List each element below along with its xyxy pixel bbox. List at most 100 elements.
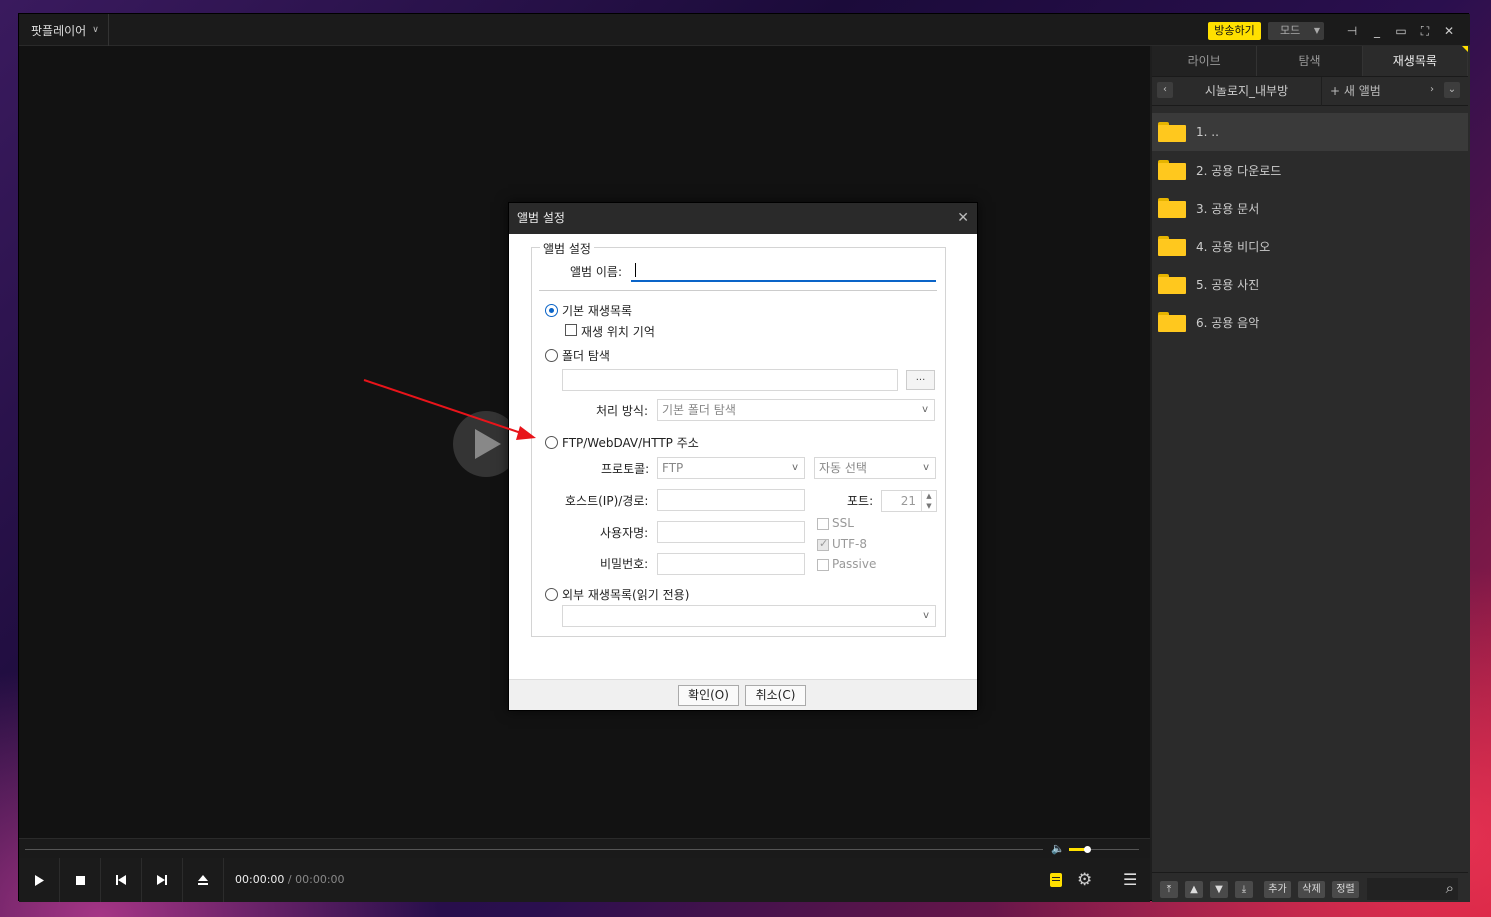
album-name-input[interactable]	[631, 260, 936, 282]
album-bar: ‹ 시놀로지_내부방 + 새 앨범 › ⌄	[1152, 77, 1468, 106]
divider	[539, 290, 937, 291]
external-playlist-select[interactable]: v	[562, 605, 936, 627]
mode-dropdown[interactable]: 모드 ▼	[1268, 22, 1324, 40]
list-item[interactable]: 1. ..	[1152, 113, 1468, 151]
stepper-arrows-icon[interactable]: ▲ ▼	[921, 491, 936, 511]
ssl-checkbox[interactable]	[817, 518, 829, 530]
default-playlist-label: 기본 재생목록	[562, 304, 633, 318]
control-bar: 00:00:00 / 00:00:00 ⚙ ☰	[19, 858, 1150, 902]
subtitle-icon[interactable]	[1050, 873, 1062, 887]
eject-button[interactable]	[183, 858, 224, 902]
encoding-select[interactable]: 자동 선택 v	[814, 457, 936, 479]
close-icon[interactable]: ✕	[1440, 22, 1458, 40]
volume-icon[interactable]: 🔈	[1051, 842, 1065, 855]
password-input[interactable]	[657, 553, 805, 575]
list-item[interactable]: 4. 공용 비디오	[1152, 227, 1468, 265]
username-label: 사용자명:	[600, 526, 649, 540]
pin-icon[interactable]: ⊣	[1343, 22, 1361, 40]
utf8-label: UTF-8	[832, 537, 867, 551]
move-down-icon[interactable]: ▼	[1210, 881, 1228, 898]
menu-icon[interactable]: ☰	[1123, 870, 1137, 889]
volume-knob[interactable]	[1083, 846, 1091, 853]
tab-playlist[interactable]: 재생목록	[1362, 46, 1468, 76]
ftp-radio[interactable]	[545, 436, 558, 449]
next-button[interactable]	[142, 858, 183, 902]
host-input[interactable]	[657, 489, 805, 511]
folder-icon	[1158, 312, 1186, 332]
external-playlist-label: 외부 재생목록(읽기 전용)	[562, 588, 690, 602]
list-item[interactable]: 2. 공용 다운로드	[1152, 151, 1468, 189]
panel-footer: ⤒ ▲ ▼ ⤓ 추가 삭제 정렬 ⌕	[1152, 872, 1468, 902]
app-menu-button[interactable]: 팟플레이어 ∨	[19, 14, 109, 46]
album-next-icon[interactable]: ›	[1424, 82, 1440, 98]
port-value: 21	[900, 494, 916, 508]
processing-select[interactable]: 기본 폴더 탐색 v	[657, 399, 935, 421]
close-icon[interactable]: ✕	[957, 203, 969, 234]
panel-tabs: 라이브 탐색 재생목록	[1152, 46, 1468, 77]
maximize-icon[interactable]: ▭	[1392, 22, 1410, 40]
utf8-checkbox[interactable]	[817, 537, 829, 551]
broadcast-button[interactable]: 방송하기	[1208, 22, 1261, 40]
chevron-down-icon: ∨	[92, 25, 99, 35]
list-item[interactable]: 3. 공용 문서	[1152, 189, 1468, 227]
search-input[interactable]: ⌕	[1367, 878, 1458, 900]
default-playlist-radio[interactable]	[545, 304, 558, 317]
stop-icon	[75, 875, 85, 885]
seek-bar-area: 🔈	[19, 838, 1150, 858]
seek-bar[interactable]	[25, 849, 1043, 850]
search-icon[interactable]: ⌕	[1446, 879, 1454, 897]
ok-button[interactable]: 확인(O)	[678, 685, 739, 706]
tab-browse[interactable]: 탐색	[1257, 46, 1363, 76]
password-label: 비밀번호:	[600, 557, 649, 571]
port-stepper[interactable]: 21 ▲ ▼	[881, 490, 937, 512]
list-item-label: 1. ..	[1196, 125, 1219, 139]
cancel-button[interactable]: 취소(C)	[745, 685, 806, 706]
list-item-label: 3. 공용 문서	[1196, 201, 1260, 216]
previous-button[interactable]	[101, 858, 142, 902]
remember-position-label: 재생 위치 기억	[581, 325, 655, 339]
chevron-down-icon: v	[923, 462, 929, 473]
move-bottom-icon[interactable]: ⤓	[1235, 881, 1253, 898]
sort-button[interactable]: 정렬	[1332, 881, 1359, 898]
tab-live[interactable]: 라이브	[1152, 46, 1258, 76]
list-item-label: 2. 공용 다운로드	[1196, 163, 1282, 178]
folder-browse-radio[interactable]	[545, 349, 558, 362]
protocol-value: FTP	[662, 461, 684, 475]
previous-icon	[116, 875, 126, 885]
delete-button[interactable]: 삭제	[1298, 881, 1325, 898]
list-item-label: 6. 공용 음악	[1196, 315, 1260, 330]
ftp-label: FTP/WebDAV/HTTP 주소	[562, 436, 699, 450]
album-prev-icon[interactable]: ‹	[1157, 82, 1173, 98]
passive-label: Passive	[832, 557, 877, 571]
add-button[interactable]: 추가	[1264, 881, 1291, 898]
album-list-dropdown-icon[interactable]: ⌄	[1444, 82, 1460, 98]
folder-icon	[1158, 274, 1186, 294]
album-tab[interactable]: 시놀로지_내부방	[1172, 77, 1322, 106]
list-item[interactable]: 6. 공용 음악	[1152, 303, 1468, 341]
play-icon	[35, 874, 44, 886]
remember-position-checkbox[interactable]	[565, 324, 577, 336]
gear-icon[interactable]: ⚙	[1077, 870, 1092, 890]
time-current: 00:00:00	[235, 873, 285, 886]
protocol-select[interactable]: FTP v	[657, 457, 805, 479]
group-legend: 앨범 설정	[540, 240, 594, 257]
volume-slider[interactable]	[1069, 846, 1139, 853]
play-button[interactable]	[19, 858, 60, 902]
list-item[interactable]: 5. 공용 사진	[1152, 265, 1468, 303]
username-input[interactable]	[657, 521, 805, 543]
move-up-icon[interactable]: ▲	[1185, 881, 1203, 898]
browse-button[interactable]: ...	[906, 370, 935, 390]
dialog-footer: 확인(O) 취소(C)	[509, 679, 977, 710]
dialog-title: 앨범 설정	[517, 211, 565, 225]
text-caret	[635, 263, 636, 277]
album-settings-dialog: 앨범 설정 ✕ 앨범 설정 앨범 이름: 기본 재생목록 재생 위치 기억 폴더…	[508, 202, 978, 711]
mode-label: 모드	[1280, 24, 1301, 37]
minimize-icon[interactable]: _	[1368, 22, 1386, 40]
stop-button[interactable]	[60, 858, 101, 902]
folder-path-input[interactable]	[562, 369, 898, 391]
external-playlist-radio[interactable]	[545, 588, 558, 601]
move-top-icon[interactable]: ⤒	[1160, 881, 1178, 898]
passive-checkbox[interactable]	[817, 559, 829, 571]
new-album-button[interactable]: + 새 앨범	[1330, 77, 1381, 106]
fullscreen-icon[interactable]: ⛶	[1416, 22, 1434, 40]
